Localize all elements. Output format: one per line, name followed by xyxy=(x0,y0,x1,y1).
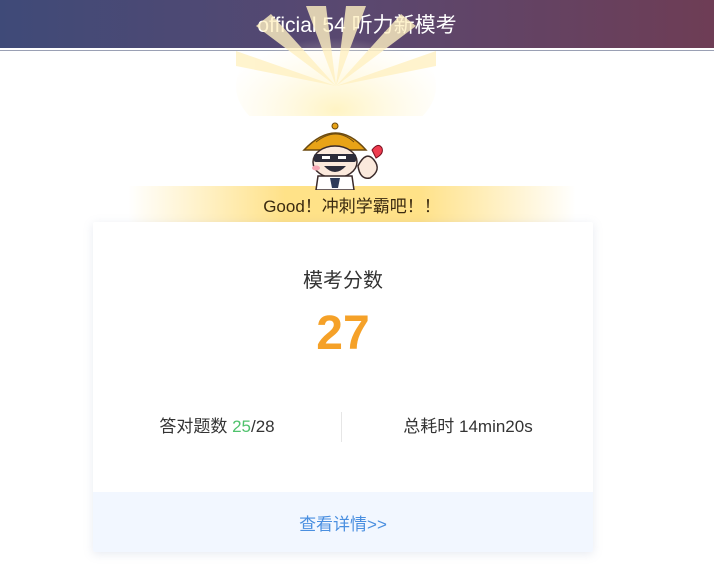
time-stat: 总耗时 14min20s xyxy=(343,412,593,442)
correct-count: 25 xyxy=(232,417,251,436)
stats-row: 答对题数 25/28 总耗时 14min20s xyxy=(93,412,593,442)
total-count: /28 xyxy=(251,417,275,436)
result-card: 模考分数 27 答对题数 25/28 总耗时 14min20s 查看详情>> xyxy=(93,222,593,552)
view-details-link[interactable]: 查看详情>> xyxy=(299,510,387,535)
score-label: 模考分数 xyxy=(303,270,383,292)
card-footer: 查看详情>> xyxy=(93,492,593,552)
banner-text: Good！冲刺学霸吧！！ xyxy=(263,196,441,216)
sunburst-rays xyxy=(236,6,436,116)
time-value: 14min20s xyxy=(459,417,533,436)
correct-count-stat: 答对题数 25/28 xyxy=(93,412,341,442)
score-value: 27 xyxy=(316,307,370,360)
time-label: 总耗时 xyxy=(403,417,459,436)
stats-divider xyxy=(341,412,342,442)
mascot-icon xyxy=(302,122,383,190)
encouragement-banner: Good！冲刺学霸吧！！ xyxy=(128,186,576,222)
correct-label: 答对题数 xyxy=(159,417,233,436)
